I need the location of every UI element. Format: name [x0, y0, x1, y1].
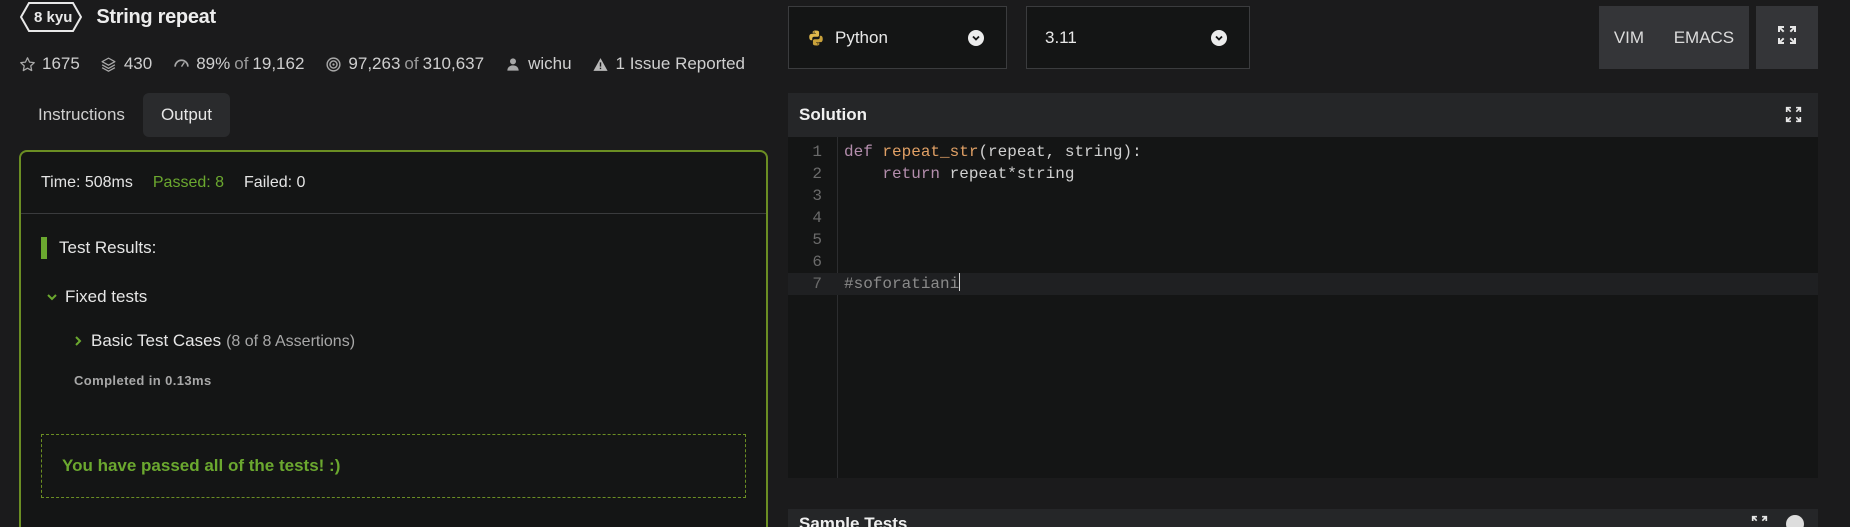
star-icon	[18, 55, 36, 73]
solution-panel: Solution 1 def repeat_str(repeat, string…	[788, 93, 1818, 478]
completed-time: Completed in 0.13ms	[74, 373, 212, 388]
issues-label: 1 Issue Reported	[615, 54, 745, 73]
author-stat[interactable]: wichu	[504, 54, 572, 74]
user-icon	[504, 55, 522, 73]
kata-title: String repeat	[96, 5, 216, 28]
fixed-tests-group[interactable]: Fixed tests	[45, 287, 147, 307]
rank-label: 8 kyu	[34, 8, 73, 26]
code-editor[interactable]: 1 def repeat_str(repeat, string): 2 retu…	[788, 137, 1818, 478]
language-select[interactable]: Python	[788, 6, 1007, 69]
help-icon[interactable]	[1786, 515, 1804, 527]
line-number: 4	[812, 209, 822, 227]
line-number: 5	[812, 231, 822, 249]
issues-stat[interactable]: 1 Issue Reported	[592, 54, 745, 74]
text-cursor	[959, 273, 961, 291]
sample-tests-panel: Sample Tests	[788, 509, 1818, 527]
votes-count: 19,162	[252, 54, 305, 73]
version-select[interactable]: 3.11	[1026, 6, 1250, 69]
expand-icon[interactable]	[1785, 106, 1802, 128]
fullscreen-icon	[1777, 25, 1797, 50]
code-line: 6	[788, 251, 1818, 273]
kata-stats: 1675 430 89% of 19,162 97,263 of 310,637…	[18, 50, 765, 78]
layers-icon	[100, 55, 118, 73]
author-name: wichu	[528, 54, 572, 73]
tab-instructions[interactable]: Instructions	[20, 93, 143, 137]
line-number: 6	[812, 253, 822, 271]
version-value: 3.11	[1045, 27, 1077, 47]
line-number: 7	[812, 275, 822, 293]
collections-count: 430	[123, 54, 153, 73]
code-line: 2 return repeat*string	[788, 163, 1818, 185]
rank-badge: 8 kyu	[20, 2, 86, 32]
basic-test-cases[interactable]: Basic Test Cases (8 of 8 Assertions)	[71, 330, 355, 351]
emacs-button[interactable]: EMACS	[1674, 28, 1734, 48]
output-summary: Time: 508ms Passed: 8 Failed: 0	[21, 152, 766, 214]
sample-tests-title: Sample Tests	[799, 514, 908, 527]
failed-count: Failed: 0	[244, 173, 306, 191]
solution-header: Solution	[788, 93, 1818, 137]
fullscreen-button[interactable]	[1756, 6, 1818, 69]
pass-message: You have passed all of the tests! :)	[41, 434, 746, 498]
kata-title-row: 8 kyu String repeat	[20, 0, 216, 34]
rating-icon	[172, 55, 190, 73]
assertions-count: (8 of 8 Assertions)	[226, 333, 356, 350]
python-icon	[807, 29, 825, 47]
fixed-tests-label: Fixed tests	[65, 287, 148, 306]
tab-output[interactable]: Output	[142, 93, 230, 137]
warning-icon	[592, 55, 610, 73]
solution-title: Solution	[799, 105, 867, 124]
line-number: 2	[812, 165, 822, 183]
chevron-down-icon	[968, 29, 984, 46]
code-line: 4	[788, 207, 1818, 229]
code-text: def repeat_str(repeat, string):	[844, 143, 1142, 161]
test-results-heading: Test Results:	[41, 237, 156, 259]
code-line: 1 def repeat_str(repeat, string):	[788, 141, 1818, 163]
codewars-kata-page: 8 kyu String repeat 1675 430 89% of 19,1…	[0, 0, 1850, 527]
panel-tabs: Instructions Output	[20, 93, 230, 137]
code-line: 3	[788, 185, 1818, 207]
code-text: #soforatiani	[844, 273, 961, 293]
attempts-count: 310,637	[422, 54, 485, 73]
target-icon	[324, 55, 342, 73]
run-time: Time: 508ms	[41, 173, 133, 191]
line-number: 3	[812, 187, 822, 205]
code-text: return repeat*string	[882, 165, 1075, 183]
completed-count: 97,263	[348, 54, 401, 73]
satisfaction-stat: 89% of 19,162	[172, 54, 304, 74]
chevron-down-icon	[1211, 29, 1227, 46]
chevron-down-icon	[45, 290, 59, 304]
chevron-right-icon	[71, 334, 85, 348]
passed-count: Passed: 8	[152, 173, 225, 191]
vim-button[interactable]: VIM	[1614, 28, 1644, 48]
stars-stat[interactable]: 1675	[18, 54, 80, 74]
line-number: 1	[812, 143, 822, 161]
code-line: 5	[788, 229, 1818, 251]
editor-mode-toggle: VIM EMACS	[1599, 6, 1749, 69]
results-accent-bar	[41, 237, 47, 259]
stars-count: 1675	[42, 54, 80, 73]
collections-stat[interactable]: 430	[100, 54, 152, 74]
page-scrollbar[interactable]	[1836, 0, 1850, 527]
kata-info-panel: 8 kyu String repeat 1675 430 89% of 19,1…	[0, 0, 780, 527]
satisfaction-percent: 89%	[196, 54, 231, 73]
completed-of: of	[404, 54, 419, 73]
satisfaction-of: of	[234, 54, 249, 73]
output-panel: Time: 508ms Passed: 8 Failed: 0 Test Res…	[19, 150, 768, 527]
completions-stat: 97,263 of 310,637	[324, 54, 484, 74]
code-line-current: 7 #soforatiani	[788, 273, 1818, 295]
results-title: Test Results:	[59, 238, 157, 257]
language-value: Python	[835, 27, 888, 47]
basic-test-cases-label: Basic Test Cases	[91, 330, 222, 350]
expand-icon[interactable]	[1751, 515, 1768, 527]
